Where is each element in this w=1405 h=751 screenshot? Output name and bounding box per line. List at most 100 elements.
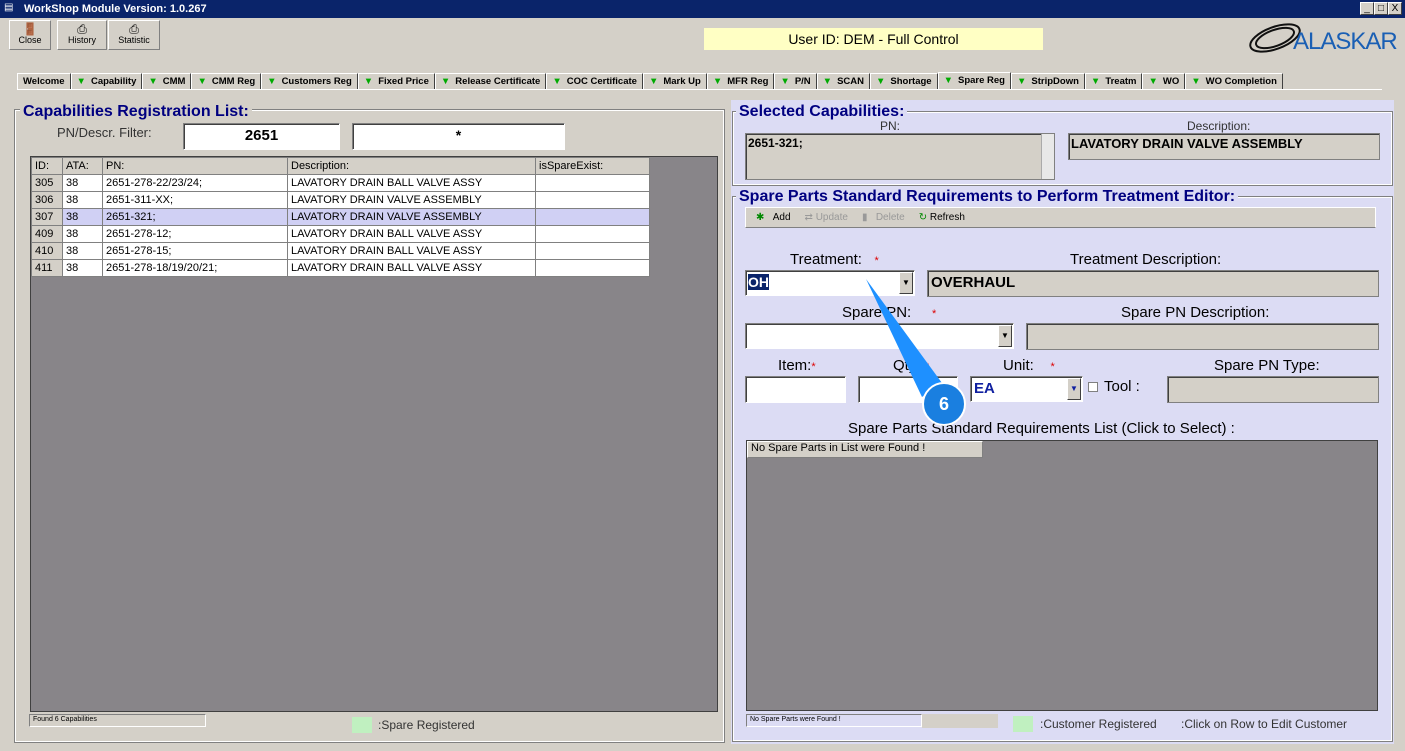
selected-pn-field[interactable]: 2651-321; <box>745 133 1055 180</box>
item-label: Item:* <box>778 357 816 374</box>
table-cell <box>535 242 650 260</box>
column-header[interactable]: ID: <box>31 157 63 175</box>
table-row[interactable]: 307 38 2651-321; LAVATORY DRAIN VALVE ASSEM… <box>31 208 650 226</box>
customer-registered-swatch <box>1013 716 1033 732</box>
spare-pn-type-field <box>1167 376 1379 403</box>
delete-label: Delete <box>875 212 905 223</box>
tab-label: Capability <box>90 76 137 87</box>
tab-label: WO Completion <box>1205 76 1277 87</box>
item-input[interactable] <box>745 376 846 403</box>
filter-icon: ▼ <box>440 76 451 87</box>
customer-registered-legend: :Customer Registered <box>1040 717 1157 731</box>
logo-text: ALASKAR <box>1293 28 1398 55</box>
chevron-down-icon[interactable]: ▼ <box>1067 378 1081 400</box>
tab-wo[interactable]: ▼ WO <box>1142 73 1186 90</box>
table-cell: 38 <box>62 259 103 277</box>
add-button[interactable]: ✱ Add <box>756 212 791 223</box>
tab-release-certificate[interactable]: ▼ Release Certificate <box>434 73 547 90</box>
column-header[interactable]: ATA: <box>62 157 103 175</box>
tab-treatm[interactable]: ▼ Treatm <box>1084 73 1143 90</box>
tool-label: Tool : <box>1104 378 1140 395</box>
close-button[interactable]: 🚪 Close <box>9 20 51 50</box>
table-cell <box>535 191 650 209</box>
table-row[interactable]: 410 38 2651-278-15; LAVATORY DRAIN BALL VAL… <box>31 242 650 260</box>
update-button[interactable]: ⇄ Update <box>805 212 848 223</box>
refresh-button[interactable]: ↻ Refresh <box>919 212 965 223</box>
tab-label: Shortage <box>890 76 932 87</box>
tab-customers-reg[interactable]: ▼ Customers Reg <box>261 73 358 90</box>
tab-label: WO <box>1162 76 1180 87</box>
history-label: History <box>67 35 96 45</box>
spare-parts-grid: No Spare Parts in List were Found ! <box>746 440 1378 711</box>
tab-shortage[interactable]: ▼ Shortage <box>870 73 938 90</box>
pn-filter-input[interactable]: 2651 <box>183 123 340 150</box>
descr-filter-input[interactable]: * <box>352 123 565 150</box>
tab-fixed-price[interactable]: ▼ Fixed Price <box>357 73 435 90</box>
tab-mfr-reg[interactable]: ▼ MFR Reg <box>706 73 775 90</box>
spare-pn-type-label: Spare PN Type: <box>1214 357 1320 374</box>
table-row[interactable]: 409 38 2651-278-12; LAVATORY DRAIN BALL VAL… <box>31 225 650 243</box>
tab-welcome[interactable]: Welcome <box>17 73 71 90</box>
tab-label: Spare Reg <box>958 75 1005 86</box>
pn-label: PN: <box>880 119 901 133</box>
add-label: Add <box>772 212 791 223</box>
tab-label: Customers Reg <box>281 76 352 87</box>
statistic-button[interactable]: ⎙ Statistic <box>108 20 160 50</box>
tab-spare-reg[interactable]: ▼ Spare Reg <box>937 72 1011 90</box>
table-cell: LAVATORY DRAIN BALL VALVE ASSY <box>287 174 536 192</box>
unit-value: EA <box>974 380 995 397</box>
tab-divider <box>17 89 1382 90</box>
close-window-button[interactable]: X <box>1388 2 1402 15</box>
description-label: Description: <box>1187 119 1251 133</box>
close-label: Close <box>18 35 42 45</box>
update-label: Update <box>815 212 848 223</box>
tab-bar: Welcome ▼ Capability ▼ CMM ▼ CMM Reg ▼ Customers… <box>17 72 1283 90</box>
table-cell <box>535 225 650 243</box>
pn-scrollbar[interactable] <box>1041 134 1054 179</box>
tab-label: Treatm <box>1105 76 1137 87</box>
filter-icon: ▼ <box>780 76 790 87</box>
tab-cmm[interactable]: ▼ CMM <box>142 73 192 90</box>
tab-scan[interactable]: ▼ SCAN <box>816 73 870 90</box>
capabilities-grid: ID: ATA: PN: Description: isSpareExist: 305 38… <box>30 156 718 712</box>
spare-list-empty: No Spare Parts in List were Found ! <box>747 441 983 458</box>
table-cell: 409 <box>31 225 63 243</box>
maximize-button[interactable]: □ <box>1374 2 1388 15</box>
table-cell: 2651-311-XX; <box>102 191 288 209</box>
table-row[interactable]: 306 38 2651-311-XX; LAVATORY DRAIN VALVE AS… <box>31 191 650 209</box>
refresh-label: Refresh <box>929 212 965 223</box>
table-cell: 2651-278-18/19/20/21; <box>102 259 288 277</box>
column-header[interactable]: isSpareExist: <box>535 157 650 175</box>
column-header[interactable]: Description: <box>287 157 536 175</box>
table-row[interactable]: 305 38 2651-278-22/23/24; LAVATORY DRAIN BA… <box>31 174 650 192</box>
table-cell: 38 <box>62 191 103 209</box>
table-cell <box>535 208 650 226</box>
tab-label: MFR Reg <box>727 76 769 87</box>
tab-wo-completion[interactable]: ▼ WO Completion <box>1185 73 1283 90</box>
status-panel <box>922 714 998 728</box>
tab-p-n[interactable]: ▼ P/N <box>774 73 817 90</box>
table-cell: 38 <box>62 174 103 192</box>
tab-capability[interactable]: ▼ Capability <box>70 73 143 90</box>
treatment-label: Treatment: * <box>790 251 879 268</box>
unit-select[interactable]: EA ▼ <box>970 376 1083 402</box>
table-cell: 38 <box>62 242 103 260</box>
minimize-button[interactable]: _ <box>1360 2 1374 15</box>
filter-icon: ▼ <box>148 76 158 87</box>
table-row[interactable]: 411 38 2651-278-18/19/20/21; LAVATORY DRAIN… <box>31 259 650 277</box>
delete-icon: ▮ <box>861 212 868 223</box>
filter-icon: ▼ <box>1090 76 1101 87</box>
editor-toolbar: ✱ Add ⇄ Update ▮ Delete ↻ Refresh <box>745 207 1376 228</box>
tab-mark-up[interactable]: ▼ Mark Up <box>642 73 707 90</box>
tab-stripdown[interactable]: ▼ StripDown <box>1011 73 1085 90</box>
history-button[interactable]: ⎙ History <box>57 20 107 50</box>
tab-cmm-reg[interactable]: ▼ CMM Reg <box>191 73 262 90</box>
app-icon: ▤ <box>4 2 14 13</box>
table-cell: 2651-278-12; <box>102 225 288 243</box>
tool-checkbox[interactable] <box>1088 382 1098 392</box>
column-header[interactable]: PN: <box>102 157 288 175</box>
tab-coc-certificate[interactable]: ▼ COC Certificate <box>546 73 643 90</box>
filter-icon: ▼ <box>76 76 86 87</box>
delete-button[interactable]: ▮ Delete <box>862 212 905 223</box>
chevron-down-icon[interactable]: ▼ <box>998 325 1012 347</box>
